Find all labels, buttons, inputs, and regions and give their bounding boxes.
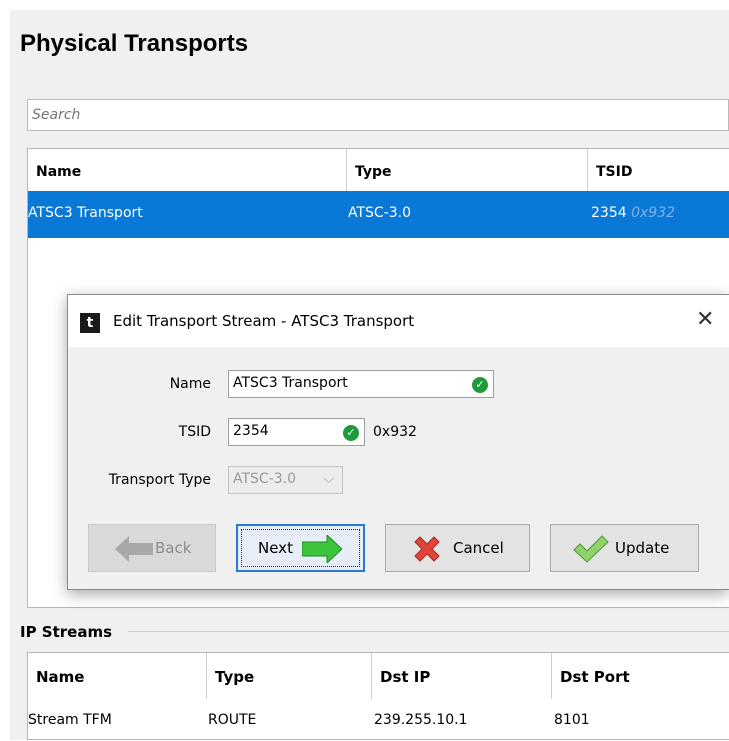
close-icon[interactable]: ✕	[696, 307, 714, 332]
transport-type-select: ATSC-3.0 ⌵	[228, 466, 343, 494]
row-name: ATSC3 Transport	[28, 205, 143, 221]
stream-dst-ip: 239.255.10.1	[374, 712, 468, 728]
column-header-name[interactable]: Name	[28, 653, 206, 699]
dialog-title: Edit Transport Stream - ATSC3 Transport	[113, 312, 415, 330]
cancel-button[interactable]: Cancel	[385, 524, 530, 572]
chevron-down-icon: ⌵	[323, 471, 334, 487]
cancel-button-label: Cancel	[453, 539, 504, 557]
search-input[interactable]	[27, 99, 729, 131]
transports-header-row: Name Type TSID	[28, 149, 729, 191]
app-icon: t	[80, 313, 100, 333]
stream-dst-port: 8101	[554, 712, 590, 728]
back-button-label: Back	[155, 539, 192, 557]
back-button[interactable]: Back	[88, 524, 216, 572]
name-field-value: ATSC3 Transport	[233, 375, 348, 391]
update-check-icon	[573, 535, 609, 563]
back-arrow-icon	[115, 536, 153, 562]
column-header-type[interactable]: Type	[346, 149, 587, 191]
update-button[interactable]: Update	[550, 524, 699, 572]
row-tsid-hex: 0x932	[631, 205, 676, 221]
column-header-dst-ip[interactable]: Dst IP	[371, 653, 551, 699]
tsid-field-value: 2354	[233, 423, 269, 439]
update-button-label: Update	[615, 539, 670, 557]
edit-transport-dialog: t Edit Transport Stream - ATSC3 Transpor…	[67, 294, 729, 590]
dialog-title-bar: t Edit Transport Stream - ATSC3 Transpor…	[68, 295, 729, 347]
check-icon: ✓	[472, 377, 488, 393]
column-header-type[interactable]: Type	[206, 653, 371, 699]
row-tsid-value: 2354	[591, 205, 627, 221]
column-header-name[interactable]: Name	[28, 149, 346, 191]
next-button[interactable]: Next	[236, 524, 365, 572]
next-button-label: Next	[258, 539, 293, 557]
row-type: ATSC-3.0	[348, 205, 412, 221]
next-arrow-icon	[302, 535, 342, 563]
ip-streams-title: IP Streams	[20, 623, 113, 641]
stream-name: Stream TFM	[28, 712, 112, 728]
name-label: Name	[169, 376, 211, 392]
column-header-dst-port[interactable]: Dst Port	[551, 653, 729, 699]
page-title: Physical Transports	[20, 30, 249, 57]
ip-streams-table: Name Type Dst IP Dst Port Stream TFM ROU…	[27, 652, 729, 740]
section-divider	[128, 631, 729, 632]
table-row[interactable]: ATSC3 Transport ATSC-3.0 2354 0x932	[28, 191, 729, 238]
column-header-tsid[interactable]: TSID	[587, 149, 729, 191]
transport-type-label: Transport Type	[108, 472, 211, 488]
row-tsid: 2354 0x932	[591, 191, 675, 236]
check-icon: ✓	[343, 425, 359, 441]
stream-type: ROUTE	[208, 712, 257, 728]
cancel-x-icon	[414, 536, 440, 562]
tsid-label: TSID	[178, 424, 211, 440]
name-field[interactable]: ATSC3 Transport	[228, 370, 494, 398]
transport-type-value: ATSC-3.0	[233, 471, 297, 487]
tsid-hex: 0x932	[373, 424, 417, 440]
